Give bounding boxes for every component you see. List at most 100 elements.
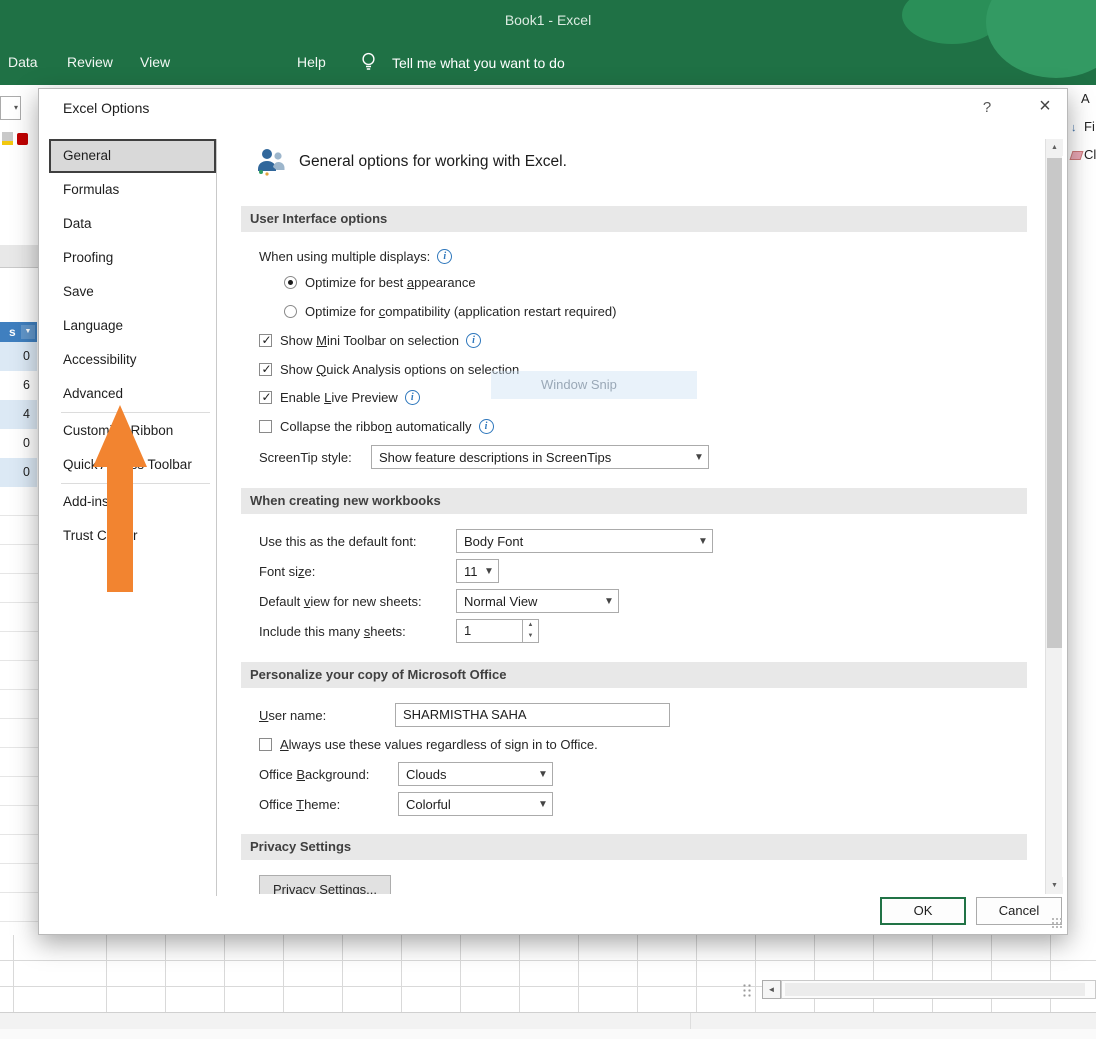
window-title: Book1 - Excel (0, 12, 1096, 28)
multi-display-label: When using multiple displays: (259, 249, 430, 264)
options-main-panel: General options for working with Excel. … (229, 131, 1045, 894)
fill-color-icon[interactable] (2, 132, 13, 145)
scroll-down-icon[interactable]: ▼ (1046, 877, 1063, 894)
cancel-button[interactable]: Cancel (976, 897, 1062, 925)
optimize-appearance-radio[interactable] (284, 276, 297, 289)
office-background-select[interactable]: Clouds ▼ (398, 762, 553, 786)
collapse-ribbon-checkbox[interactable] (259, 420, 272, 433)
chevron-down-icon: ▼ (534, 799, 552, 810)
default-font-value: Body Font (457, 534, 694, 549)
default-view-select[interactable]: Normal View ▼ (456, 589, 619, 613)
resize-grip[interactable] (1051, 917, 1063, 929)
show-mini-toolbar-label[interactable]: Show Mini Toolbar on selection (280, 333, 459, 348)
sheet-count-stepper[interactable]: 1 ▲▼ (456, 619, 539, 643)
enable-live-preview-label[interactable]: Enable Live Preview (280, 390, 398, 405)
chevron-down-icon: ▼ (694, 536, 712, 547)
fill-label-fragment[interactable]: Fi (1084, 119, 1095, 134)
office-theme-select[interactable]: Colorful ▼ (398, 792, 553, 816)
name-box-fragment[interactable]: ▾ (0, 96, 21, 120)
table-cell[interactable]: 6 (0, 371, 37, 400)
sidebar-item-data[interactable]: Data (49, 207, 216, 241)
lightbulb-icon (360, 51, 377, 78)
optimize-compatibility-radio[interactable] (284, 305, 297, 318)
fill-icon: ↓ (1071, 122, 1077, 134)
filter-dropdown-icon[interactable]: ▼ (21, 325, 35, 339)
tell-me-box[interactable]: Tell me what you want to do (392, 55, 565, 71)
sidebar-item-formulas[interactable]: Formulas (49, 173, 216, 207)
panel-heading: General options for working with Excel. (299, 153, 567, 171)
general-options-icon (255, 145, 287, 177)
user-name-row: User name: (259, 704, 326, 726)
scroll-up-icon[interactable]: ▲ (1046, 139, 1063, 156)
autosum-label-fragment[interactable]: A (1081, 91, 1090, 106)
horizontal-scrollbar[interactable] (781, 980, 1096, 999)
section-personalize: Personalize your copy of Microsoft Offic… (241, 662, 1027, 688)
table-cell[interactable]: 0 (0, 342, 37, 371)
show-quick-analysis-label[interactable]: Show Quick Analysis options on selection (280, 362, 519, 377)
sheet-count-value: 1 (464, 620, 471, 642)
info-icon[interactable]: i (405, 390, 420, 405)
table-cell[interactable]: 0 (0, 458, 37, 487)
optimize-appearance-row: Optimize for best appearance (284, 271, 476, 293)
table-cell[interactable]: 0 (0, 429, 37, 458)
mini-toolbar-row: Show Mini Toolbar on selection i (259, 329, 481, 351)
chevron-down-icon: ▼ (690, 452, 708, 463)
optimize-compatibility-row: Optimize for compatibility (application … (284, 300, 616, 322)
ribbon-tab-data[interactable]: Data (8, 54, 38, 70)
sidebar-item-general[interactable]: General (49, 139, 216, 173)
sheet-count-label: Include this many sheets: (259, 624, 406, 639)
help-icon[interactable]: ? (977, 99, 997, 116)
close-icon[interactable]: × (1033, 95, 1057, 118)
always-use-values-label[interactable]: Always use these values regardless of si… (280, 737, 598, 752)
collapse-ribbon-label[interactable]: Collapse the ribbon automatically (280, 419, 472, 434)
font-color-icon[interactable] (17, 133, 28, 145)
worksheet-gridlines (0, 487, 38, 935)
sidebar-item-accessibility[interactable]: Accessibility (49, 343, 216, 377)
hscroll-thumb[interactable] (785, 983, 1085, 996)
info-icon[interactable]: i (466, 333, 481, 348)
stepper-up-icon[interactable]: ▲ (523, 620, 538, 631)
vertical-scrollbar[interactable]: ▲ ▼ (1045, 139, 1062, 894)
show-quick-analysis-checkbox[interactable] (259, 363, 272, 376)
show-mini-toolbar-checkbox[interactable] (259, 334, 272, 347)
font-size-row: Font size: (259, 560, 315, 582)
section-privacy-settings: Privacy Settings (241, 834, 1027, 860)
vscroll-thumb[interactable] (1047, 158, 1062, 648)
info-icon[interactable]: i (479, 419, 494, 434)
clear-label-fragment[interactable]: Cl (1084, 147, 1096, 162)
hscroll-left-arrow-icon[interactable]: ◄ (762, 980, 781, 999)
ribbon-tab-view[interactable]: View (140, 54, 170, 70)
office-theme-row: Office Theme: (259, 793, 340, 815)
stepper-buttons[interactable]: ▲▼ (522, 620, 538, 642)
sidebar-item-save[interactable]: Save (49, 275, 216, 309)
table-header-cell: s ▼ (0, 322, 37, 342)
optimize-appearance-label[interactable]: Optimize for best appearance (305, 275, 476, 290)
table-header-label: s (9, 325, 16, 339)
ok-button[interactable]: OK (880, 897, 966, 925)
screentip-style-select[interactable]: Show feature descriptions in ScreenTips … (371, 445, 709, 469)
sidebar-item-proofing[interactable]: Proofing (49, 241, 216, 275)
font-size-select[interactable]: 11 ▼ (456, 559, 499, 583)
screentip-style-label: ScreenTip style: (259, 450, 352, 465)
worksheet-grid (0, 935, 1096, 1012)
enable-live-preview-checkbox[interactable] (259, 391, 272, 404)
chevron-down-icon: ▼ (534, 769, 552, 780)
optimize-compatibility-label[interactable]: Optimize for compatibility (application … (305, 304, 616, 319)
annotation-arrow (93, 405, 147, 592)
always-use-values-row: Always use these values regardless of si… (259, 733, 598, 755)
always-use-values-checkbox[interactable] (259, 738, 272, 751)
default-font-select[interactable]: Body Font ▼ (456, 529, 713, 553)
user-name-label: User name: (259, 708, 326, 723)
office-background-value: Clouds (399, 767, 534, 782)
table-cell[interactable]: 4 (0, 400, 37, 429)
stepper-down-icon[interactable]: ▼ (523, 631, 538, 642)
ribbon-tab-help[interactable]: Help (297, 54, 326, 70)
font-size-value: 11 (457, 564, 480, 579)
user-name-field[interactable]: SHARMISTHA SAHA (395, 703, 670, 727)
privacy-settings-button[interactable]: Privacy Settings... (259, 875, 391, 894)
worksheet-left-fragment: ▾ s ▼ 0 6 4 0 0 (0, 85, 38, 935)
info-icon[interactable]: i (437, 249, 452, 264)
ribbon-tab-review[interactable]: Review (67, 54, 113, 70)
sidebar-item-language[interactable]: Language (49, 309, 216, 343)
scrollbar-splitter[interactable] (742, 983, 751, 998)
